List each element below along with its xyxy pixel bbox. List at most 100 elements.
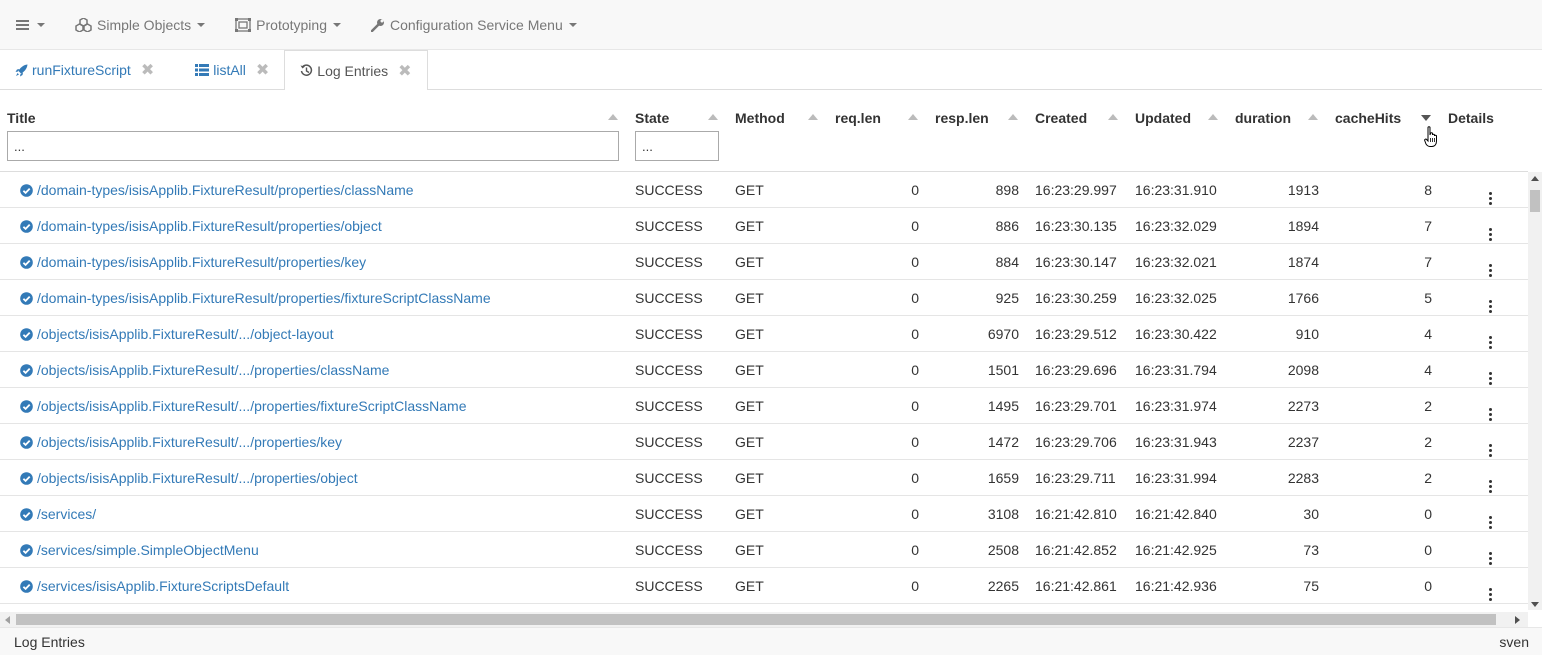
table-row[interactable]: /domain-types/isisApplib.FixtureResult/p… bbox=[0, 172, 1528, 208]
sort-asc-icon[interactable] bbox=[608, 114, 618, 120]
row-title-link[interactable]: /objects/isisApplib.FixtureResult/.../pr… bbox=[20, 424, 620, 460]
vertical-scrollbar[interactable] bbox=[1528, 172, 1542, 610]
details-menu-button[interactable] bbox=[1485, 460, 1497, 496]
table-row[interactable]: /domain-types/isisApplib.FixtureResult/p… bbox=[0, 208, 1528, 244]
table-row[interactable]: /objects/isisApplib.FixtureResult/.../pr… bbox=[0, 388, 1528, 424]
cell-state: SUCCESS bbox=[635, 578, 703, 594]
column-header-method[interactable]: Method bbox=[735, 110, 825, 170]
sort-desc-icon[interactable] bbox=[1421, 115, 1431, 121]
scroll-up-icon[interactable] bbox=[1531, 176, 1539, 181]
table-row[interactable]: /services/simple.SimpleObjectMenu SUCCESS… bbox=[0, 532, 1528, 568]
row-title-text: /objects/isisApplib.FixtureResult/.../ob… bbox=[37, 326, 334, 342]
cell-duration: 2273 bbox=[1287, 398, 1319, 414]
details-menu-button[interactable] bbox=[1485, 208, 1497, 244]
check-circle-icon bbox=[20, 327, 33, 341]
ellipsis-vertical-icon bbox=[1485, 469, 1495, 497]
state-filter-input[interactable] bbox=[635, 131, 719, 161]
column-header-updated[interactable]: Updated bbox=[1135, 110, 1225, 170]
row-title-link[interactable]: /domain-types/isisApplib.FixtureResult/p… bbox=[20, 280, 620, 316]
details-menu-button[interactable] bbox=[1485, 424, 1497, 460]
cell-cachehits: 0 bbox=[1424, 542, 1432, 558]
menu-simple-objects-label: Simple Objects bbox=[97, 16, 192, 33]
row-title-link[interactable]: /services/isisApplib.FixtureScriptsDefau… bbox=[20, 568, 620, 604]
close-icon[interactable]: ✖ bbox=[141, 60, 154, 80]
table-row[interactable]: /domain-types/isisApplib.FixtureResult/p… bbox=[0, 280, 1528, 316]
cell-created: 16:23:29.711 bbox=[1035, 470, 1116, 486]
hamburger-menu[interactable] bbox=[0, 0, 60, 50]
menu-configuration-service[interactable]: Configuration Service Menu bbox=[356, 0, 592, 50]
sort-asc-icon[interactable] bbox=[808, 114, 818, 120]
details-menu-button[interactable] bbox=[1485, 496, 1497, 532]
menu-simple-objects[interactable]: Simple Objects bbox=[60, 0, 220, 50]
row-title-text: /domain-types/isisApplib.FixtureResult/p… bbox=[37, 290, 491, 306]
row-title-link[interactable]: /objects/isisApplib.FixtureResult/.../ob… bbox=[20, 316, 620, 352]
cell-cachehits: 7 bbox=[1424, 218, 1432, 234]
list-icon bbox=[195, 64, 210, 76]
sort-asc-icon[interactable] bbox=[1008, 114, 1018, 120]
table-row[interactable]: /services/isisApplib.FixtureScriptsDefau… bbox=[0, 568, 1528, 604]
row-title-link[interactable]: /services/ bbox=[20, 496, 620, 532]
tab-list-all[interactable]: listAll ✖ bbox=[169, 50, 284, 90]
table-row[interactable]: /services/SUCCESS GET 0 3108 16:21:42.810 16:… bbox=[0, 496, 1528, 532]
details-menu-button[interactable] bbox=[1485, 532, 1497, 568]
details-menu-button[interactable] bbox=[1485, 280, 1497, 316]
close-icon[interactable]: ✖ bbox=[398, 61, 411, 81]
row-title-link[interactable]: /objects/isisApplib.FixtureResult/.../pr… bbox=[20, 460, 620, 496]
sort-asc-icon[interactable] bbox=[1108, 114, 1118, 120]
cell-updated: 16:21:42.840 bbox=[1135, 506, 1217, 522]
row-title-text: /domain-types/isisApplib.FixtureResult/p… bbox=[37, 218, 382, 234]
scroll-right-icon[interactable] bbox=[1515, 616, 1520, 624]
row-title-link[interactable]: /objects/isisApplib.FixtureResult/.../pr… bbox=[20, 388, 620, 424]
sort-asc-icon[interactable] bbox=[1308, 114, 1318, 120]
table-row[interactable]: /objects/isisApplib.FixtureResult/.../pr… bbox=[0, 460, 1528, 496]
table-row[interactable]: /objects/isisApplib.FixtureResult/.../pr… bbox=[0, 352, 1528, 388]
sort-asc-icon[interactable] bbox=[708, 114, 718, 120]
menu-prototyping[interactable]: Prototyping bbox=[220, 0, 356, 50]
row-title-text: /objects/isisApplib.FixtureResult/.../pr… bbox=[37, 434, 343, 450]
row-title-link[interactable]: /domain-types/isisApplib.FixtureResult/p… bbox=[20, 244, 620, 280]
details-menu-button[interactable] bbox=[1485, 388, 1497, 424]
ellipsis-vertical-icon bbox=[1485, 505, 1495, 533]
title-filter-input[interactable] bbox=[7, 131, 619, 161]
tab-log-entries[interactable]: Log Entries ✖ bbox=[284, 50, 428, 91]
row-title-link[interactable]: /domain-types/isisApplib.FixtureResult/p… bbox=[20, 208, 620, 244]
row-title-link[interactable]: /domain-types/isisApplib.FixtureResult/p… bbox=[20, 172, 620, 208]
close-icon[interactable]: ✖ bbox=[256, 60, 269, 80]
table-row[interactable]: /objects/isisApplib.FixtureResult/.../pr… bbox=[0, 424, 1528, 460]
cell-created: 16:23:30.135 bbox=[1035, 218, 1117, 234]
column-header-label: Method bbox=[735, 110, 785, 126]
column-header-duration[interactable]: duration bbox=[1235, 110, 1325, 170]
cell-reqlen: 0 bbox=[911, 578, 919, 594]
cell-reqlen: 0 bbox=[911, 290, 919, 306]
cell-duration: 30 bbox=[1303, 506, 1319, 522]
column-header-cache-hits[interactable]: cacheHits bbox=[1335, 110, 1435, 170]
scroll-down-icon[interactable] bbox=[1531, 602, 1539, 607]
details-menu-button[interactable] bbox=[1485, 316, 1497, 352]
column-header-resp-len[interactable]: resp.len bbox=[935, 110, 1025, 170]
details-menu-button[interactable] bbox=[1485, 568, 1497, 604]
table-row[interactable]: /domain-types/isisApplib.FixtureResult/p… bbox=[0, 244, 1528, 280]
cell-resplen: 1659 bbox=[987, 470, 1019, 486]
column-header-req-len[interactable]: req.len bbox=[835, 110, 925, 170]
cell-updated: 16:23:31.994 bbox=[1135, 470, 1217, 486]
table-row[interactable]: /objects/isisApplib.FixtureResult/.../ob… bbox=[0, 316, 1528, 352]
check-circle-icon bbox=[20, 219, 33, 233]
vertical-scroll-thumb[interactable] bbox=[1530, 190, 1540, 212]
row-title-link[interactable]: /services/simple.SimpleObjectMenu bbox=[20, 532, 620, 568]
horizontal-scrollbar[interactable] bbox=[0, 612, 1528, 627]
row-title-text: /services/ bbox=[37, 506, 97, 522]
details-menu-button[interactable] bbox=[1485, 172, 1497, 208]
details-menu-button[interactable] bbox=[1485, 352, 1497, 388]
column-header-created[interactable]: Created bbox=[1035, 110, 1125, 170]
horizontal-scroll-thumb[interactable] bbox=[16, 614, 1496, 625]
sort-asc-icon[interactable] bbox=[908, 114, 918, 120]
check-circle-icon bbox=[20, 507, 33, 521]
cell-method: GET bbox=[735, 506, 764, 522]
column-header-label: duration bbox=[1235, 110, 1291, 126]
details-menu-button[interactable] bbox=[1485, 244, 1497, 280]
cell-created: 16:21:42.810 bbox=[1035, 506, 1117, 522]
sort-asc-icon[interactable] bbox=[1208, 114, 1218, 120]
scroll-left-icon[interactable] bbox=[5, 616, 10, 624]
row-title-link[interactable]: /objects/isisApplib.FixtureResult/.../pr… bbox=[20, 352, 620, 388]
tab-run-fixture-script[interactable]: runFixtureScript ✖ bbox=[0, 50, 169, 90]
